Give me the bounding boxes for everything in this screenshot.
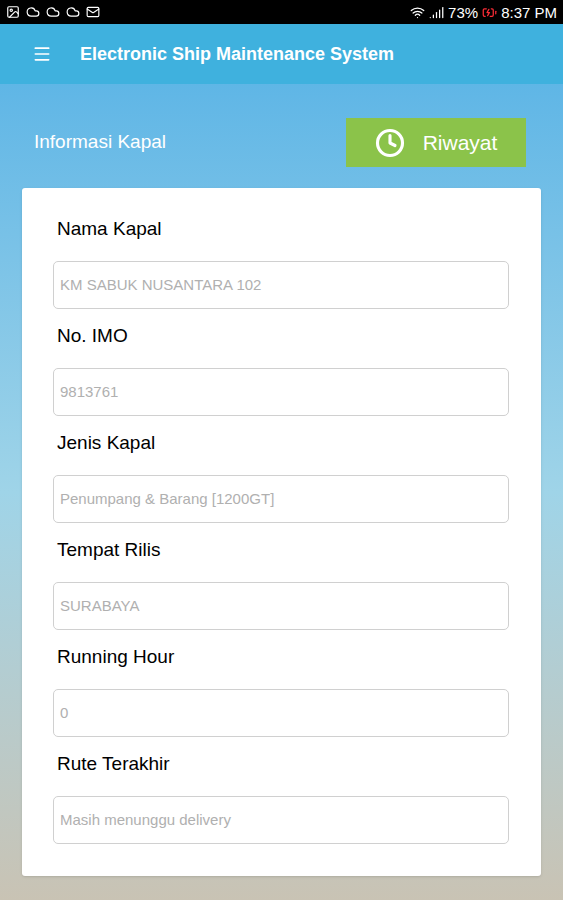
hamburger-icon: [32, 44, 52, 64]
field-input[interactable]: Masih menunggu delivery: [53, 796, 509, 844]
cloud-notification-icon: [26, 5, 40, 19]
info-field: Nama Kapal KM SABUK NUSANTARA 102: [53, 215, 509, 309]
info-field: Rute Terakhir Masih menunggu delivery: [53, 750, 509, 844]
cloud-sync-notification-icon: [46, 5, 60, 19]
cloud-extra-notification-icon: [66, 5, 80, 19]
info-field: No. IMO 9813761: [53, 322, 509, 416]
field-input[interactable]: 0: [53, 689, 509, 737]
field-label: Rute Terakhir: [53, 750, 509, 778]
mail-notification-icon: [86, 5, 100, 19]
ship-info-card: Nama Kapal KM SABUK NUSANTARA 102 No. IMO 9…: [22, 188, 541, 876]
app-title: Electronic Ship Maintenance System: [80, 41, 394, 68]
info-field: Jenis Kapal Penumpang & Barang [1200GT]: [53, 429, 509, 523]
status-bar: 73% 8:37 PM: [0, 0, 563, 24]
signal-icon: [429, 5, 444, 20]
info-field: Running Hour 0: [53, 643, 509, 737]
battery-icon: [482, 5, 497, 20]
section-title: Informasi Kapal: [34, 128, 166, 157]
field-label: Jenis Kapal: [53, 429, 509, 457]
field-label: No. IMO: [53, 322, 509, 350]
field-input[interactable]: Penumpang & Barang [1200GT]: [53, 475, 509, 523]
section-header: Informasi Kapal Riwayat: [22, 118, 541, 167]
field-label: Nama Kapal: [53, 215, 509, 243]
image-notification-icon: [6, 5, 20, 19]
field-label: Tempat Rilis: [53, 536, 509, 564]
field-input[interactable]: KM SABUK NUSANTARA 102: [53, 261, 509, 309]
clock-icon: [375, 128, 405, 158]
field-input[interactable]: 9813761: [53, 368, 509, 416]
field-label: Running Hour: [53, 643, 509, 671]
field-input[interactable]: SURABAYA: [53, 582, 509, 630]
info-field: Tempat Rilis SURABAYA: [53, 536, 509, 630]
content-background: Informasi Kapal Riwayat Nama Kapal KM SABUK…: [0, 84, 563, 900]
battery-level: 73%: [448, 5, 478, 20]
app-bar: Electronic Ship Maintenance System: [0, 24, 563, 84]
wifi-icon: [410, 5, 425, 20]
app-screen: 73% 8:37 PM Electronic Ship Maintenance Sy…: [0, 0, 563, 900]
history-button[interactable]: Riwayat: [346, 118, 526, 167]
clock: 8:37 PM: [501, 5, 557, 20]
menu-button[interactable]: [0, 24, 80, 84]
